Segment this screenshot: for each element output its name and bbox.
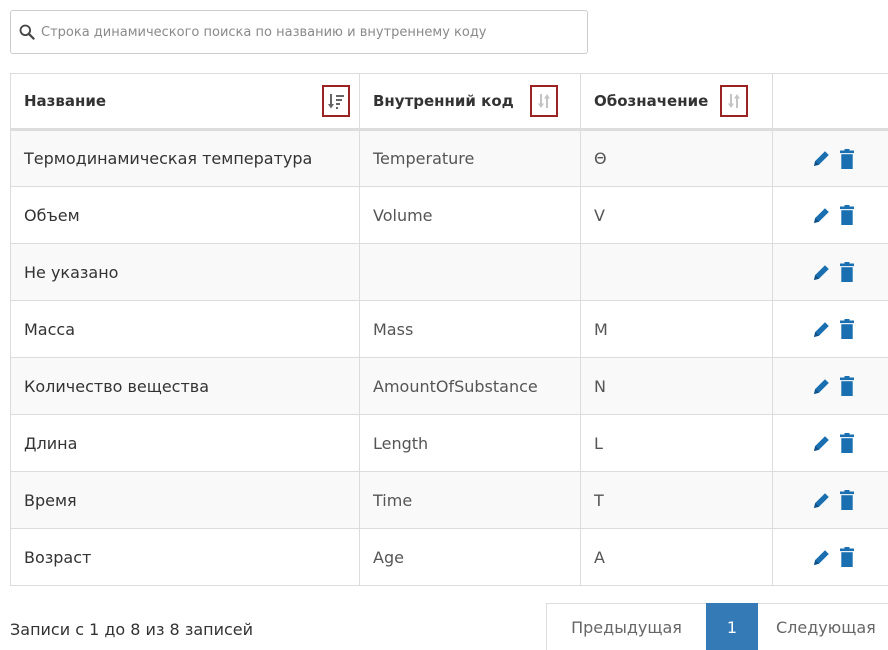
previous-page-button[interactable]: Предыдущая: [546, 603, 706, 650]
page-1-button[interactable]: 1: [706, 603, 758, 650]
pagination: Предыдущая 1 Следующая: [546, 603, 888, 650]
cell-actions: [772, 129, 888, 187]
cell-code: [359, 243, 581, 301]
cell-code: Age: [359, 528, 581, 586]
table-header-row: Название Внутренний код Обозначение: [10, 73, 888, 131]
pencil-icon[interactable]: [813, 321, 830, 338]
cell-symbol: N: [580, 357, 773, 415]
table-row: Объем Volume V: [10, 186, 888, 244]
column-header-symbol-label: Обозначение: [594, 92, 709, 110]
cell-symbol: A: [580, 528, 773, 586]
column-header-code[interactable]: Внутренний код: [359, 73, 581, 131]
column-header-actions: [772, 73, 888, 131]
pencil-icon[interactable]: [813, 264, 830, 281]
table-row: Не указано: [10, 243, 888, 301]
trash-icon[interactable]: [840, 262, 855, 282]
table-row: Возраст Age A: [10, 528, 888, 586]
cell-symbol: L: [580, 414, 773, 472]
pencil-icon[interactable]: [813, 207, 830, 224]
trash-icon[interactable]: [840, 376, 855, 396]
cell-actions: [772, 528, 888, 586]
cell-symbol: Θ: [580, 129, 773, 187]
cell-symbol: T: [580, 471, 773, 529]
trash-icon[interactable]: [840, 547, 855, 567]
units-page: Название: [0, 0, 888, 650]
column-header-name-label: Название: [24, 92, 107, 110]
pencil-icon[interactable]: [813, 549, 830, 566]
cell-code: Time: [359, 471, 581, 529]
records-info: Записи с 1 до 8 из 8 записей: [10, 620, 254, 639]
pencil-icon[interactable]: [813, 435, 830, 452]
trash-icon[interactable]: [840, 490, 855, 510]
sort-unsorted-icon: [728, 94, 741, 108]
cell-actions: [772, 357, 888, 415]
cell-code: Mass: [359, 300, 581, 358]
sort-ascending-icon: [328, 94, 344, 109]
search-input[interactable]: [41, 24, 581, 40]
trash-icon[interactable]: [840, 319, 855, 339]
column-header-code-label: Внутренний код: [373, 92, 514, 110]
cell-name: Термодинамическая температура: [10, 129, 360, 187]
pencil-icon[interactable]: [813, 150, 830, 167]
table-row: Длина Length L: [10, 414, 888, 472]
cell-name: Количество вещества: [10, 357, 360, 415]
cell-symbol: [580, 243, 773, 301]
cell-symbol: V: [580, 186, 773, 244]
cell-name: Время: [10, 471, 360, 529]
units-table: Название Внутренний код Обозначение Терм…: [10, 73, 888, 586]
cell-symbol: M: [580, 300, 773, 358]
cell-code: Length: [359, 414, 581, 472]
cell-actions: [772, 471, 888, 529]
cell-actions: [772, 243, 888, 301]
pencil-icon[interactable]: [813, 492, 830, 509]
sort-code-button[interactable]: [529, 85, 558, 117]
cell-code: Temperature: [359, 129, 581, 187]
table-row: Время Time T: [10, 471, 888, 529]
search-icon: [19, 24, 35, 40]
column-header-symbol[interactable]: Обозначение: [580, 73, 773, 131]
sort-symbol-button[interactable]: [720, 85, 749, 117]
sort-name-button[interactable]: [322, 85, 350, 117]
cell-actions: [772, 300, 888, 358]
cell-name: Объем: [10, 186, 360, 244]
cell-name: Длина: [10, 414, 360, 472]
table-row: Масса Mass M: [10, 300, 888, 358]
cell-actions: [772, 414, 888, 472]
cell-actions: [772, 186, 888, 244]
table-row: Термодинамическая температура Temperatur…: [10, 129, 888, 187]
sort-unsorted-icon: [537, 94, 550, 108]
column-header-name[interactable]: Название: [10, 73, 360, 131]
trash-icon[interactable]: [840, 205, 855, 225]
pencil-icon[interactable]: [813, 378, 830, 395]
table-row: Количество вещества AmountOfSubstance N: [10, 357, 888, 415]
cell-code: AmountOfSubstance: [359, 357, 581, 415]
cell-name: Возраст: [10, 528, 360, 586]
search-box[interactable]: [10, 10, 588, 54]
next-page-button[interactable]: Следующая: [758, 603, 888, 650]
cell-code: Volume: [359, 186, 581, 244]
cell-name: Масса: [10, 300, 360, 358]
cell-name: Не указано: [10, 243, 360, 301]
trash-icon[interactable]: [840, 433, 855, 453]
trash-icon[interactable]: [840, 148, 855, 169]
